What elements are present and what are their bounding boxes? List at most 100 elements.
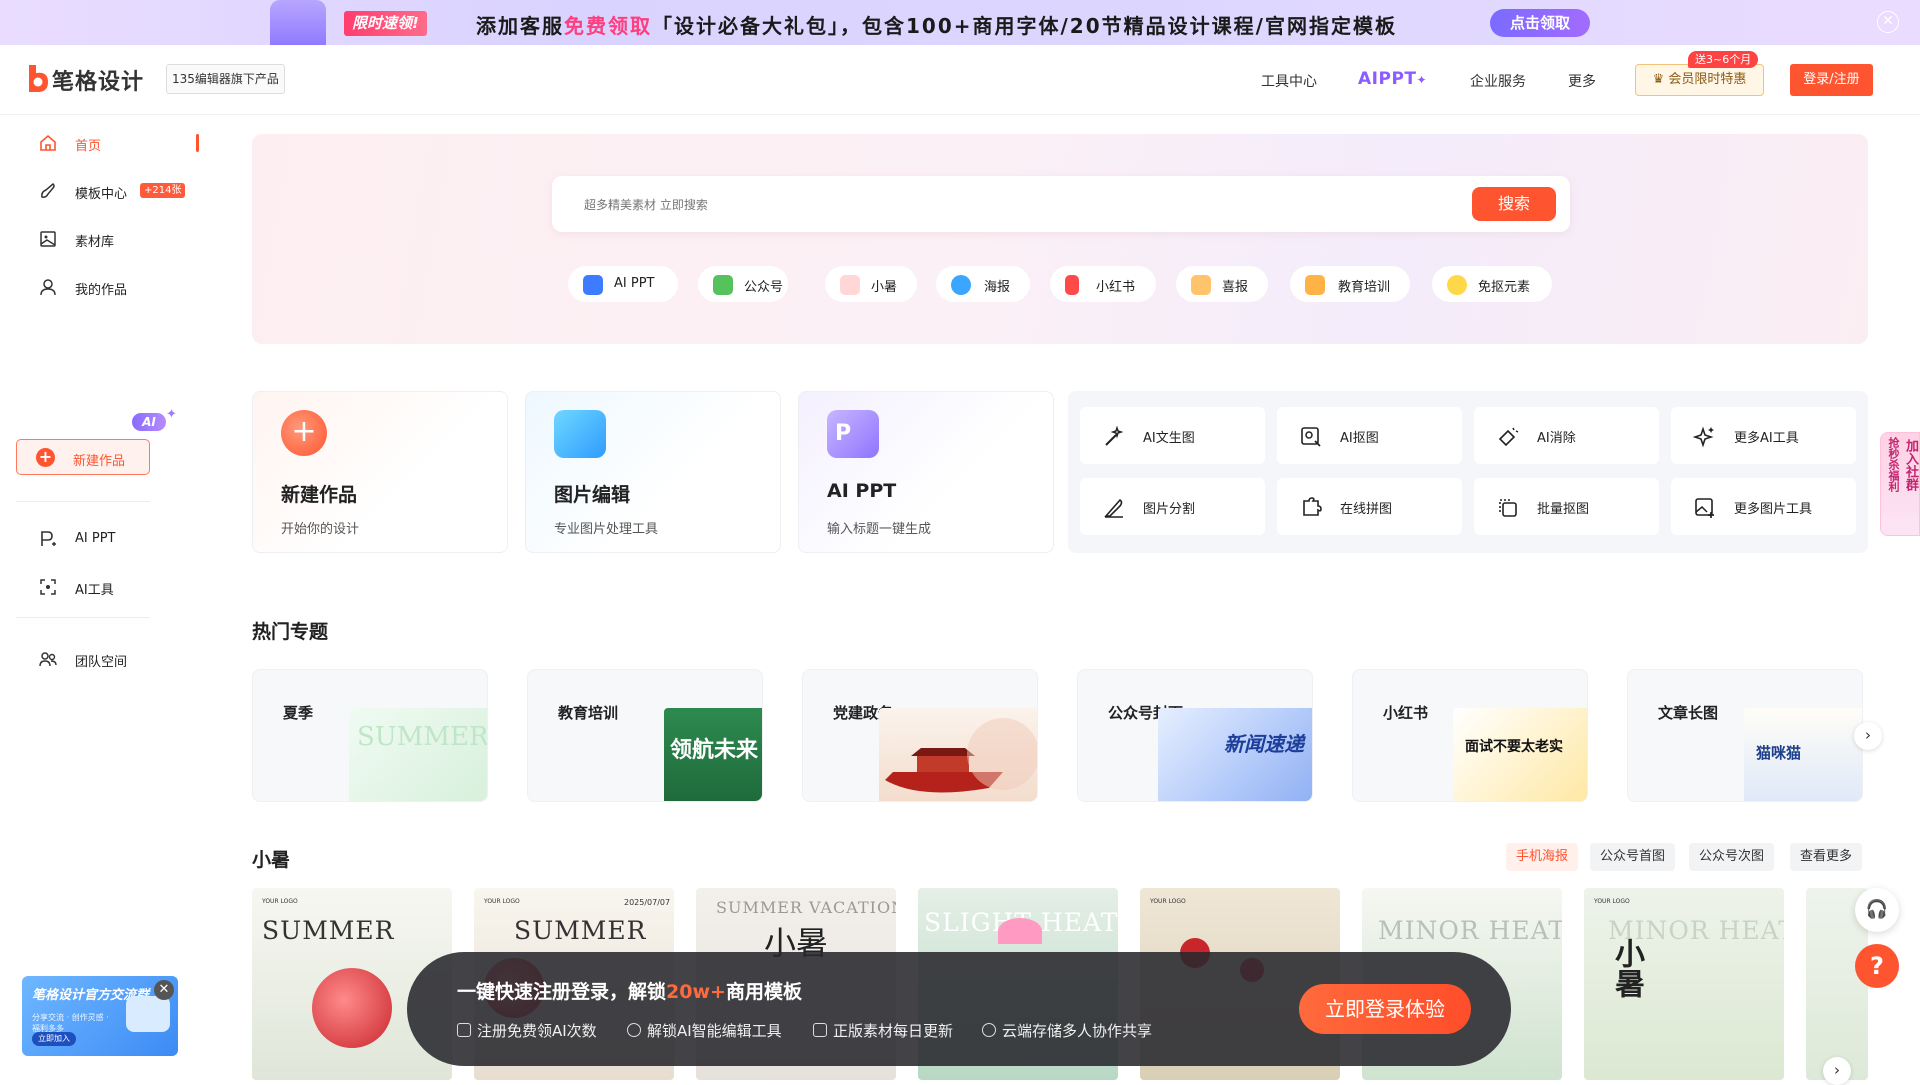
poster-card[interactable]: YOUR LOGO MINOR HEAT 小暑 (1584, 888, 1784, 1080)
tool-label: AI抠图 (1340, 431, 1379, 446)
top-header: 笔格设计 135编辑器旗下产品 工具中心 AIPPT✦ 企业服务 更多 ♛ 会员… (0, 45, 1920, 115)
sidebar-item-team[interactable]: 团队空间 (16, 639, 200, 679)
perk-item: 注册免费领AI次数 (457, 1020, 597, 1041)
eraser-icon (1498, 427, 1519, 447)
search-box: 搜索 (552, 176, 1570, 232)
chat-bubble-icon (126, 996, 170, 1032)
thumbs-up-icon (1191, 275, 1211, 295)
feature-ai-ppt[interactable]: P AI PPT 输入标题一键生成 (798, 391, 1054, 553)
close-icon[interactable]: ✕ (1877, 11, 1899, 33)
tool-ai-text-to-image[interactable]: AI文生图 (1080, 407, 1265, 464)
sidebar-item-ai-tools[interactable]: AI工具 (16, 567, 200, 607)
tool-more-image[interactable]: 更多图片工具 (1671, 478, 1856, 535)
tool-ai-erase[interactable]: AI消除 (1474, 407, 1659, 464)
tool-label: 图片分割 (1143, 502, 1196, 517)
new-work-button[interactable]: + 新建作品 (16, 439, 150, 475)
topic-party-affairs[interactable]: 党建政务 (802, 669, 1038, 802)
ppt-icon (41, 531, 56, 546)
tab-view-more[interactable]: 查看更多 (1790, 843, 1863, 871)
topic-xiaohongshu[interactable]: 小红书 面试不要太老实 (1352, 669, 1588, 802)
chip-xiaohongshu[interactable]: 小红书 (1050, 266, 1156, 302)
headset-icon[interactable]: 🎧 (1855, 888, 1899, 932)
perk-label: 注册免费领AI次数 (477, 1022, 597, 1040)
grid-icon (813, 1023, 827, 1037)
tab-wechat-secondary[interactable]: 公众号次图 (1689, 843, 1775, 871)
tool-ai-cutout[interactable]: AI抠图 (1277, 407, 1462, 464)
nav-more[interactable]: 更多 (1568, 71, 1596, 91)
nav-enterprise[interactable]: 企业服务 (1470, 71, 1526, 91)
tool-label: 在线拼图 (1340, 502, 1393, 517)
perk-label: 解锁AI智能编辑工具 (647, 1022, 782, 1040)
vip-button[interactable]: ♛ 会员限时特惠 (1635, 64, 1764, 96)
chip-poster[interactable]: 海报 (936, 266, 1030, 302)
brush-icon (41, 182, 55, 198)
lotus-illustration (998, 918, 1042, 944)
feature-subtitle: 开始你的设计 (281, 522, 360, 537)
tool-label: AI文生图 (1143, 431, 1195, 446)
topic-wechat-cover[interactable]: 公众号封面 新闻速递 (1077, 669, 1313, 802)
feature-subtitle: 专业图片处理工具 (554, 522, 659, 537)
chip-official-account[interactable]: 公众号 (698, 266, 788, 302)
wave-icon (951, 275, 971, 295)
search-input[interactable] (584, 194, 1464, 216)
help-button[interactable]: ? (1855, 944, 1899, 988)
tool-label: AI消除 (1537, 431, 1576, 446)
sidebar-item-home[interactable]: 首页 (16, 123, 200, 163)
logo-text[interactable]: 笔格设计 (52, 64, 144, 96)
chip-cutout-elements[interactable]: 免抠元素 (1432, 266, 1552, 302)
chevron-right-icon[interactable]: › (1823, 1057, 1851, 1085)
topic-image: 领航未来 (664, 708, 762, 801)
community-join[interactable]: 立即加入 (32, 1032, 76, 1046)
topic-summer[interactable]: 夏季 SUMMER (252, 669, 488, 802)
active-indicator (196, 134, 199, 152)
poster-logo: YOUR LOGO (1594, 898, 1630, 905)
chip-good-news[interactable]: 喜报 (1176, 266, 1268, 302)
poster-subtitle: 小暑 (1609, 938, 1644, 998)
sidebar-item-my-works[interactable]: 我的作品 (16, 267, 200, 307)
tool-collage[interactable]: 在线拼图 (1277, 478, 1462, 535)
plus-circle-icon: + (281, 410, 327, 456)
chip-label: 教育培训 (1338, 280, 1391, 295)
topic-long-image[interactable]: 文章长图 猫咪猫 (1627, 669, 1863, 802)
topic-image: SUMMER (349, 708, 487, 801)
logo-icon[interactable] (26, 63, 50, 93)
chip-education[interactable]: 教育培训 (1290, 266, 1410, 302)
login-cta-button[interactable]: 立即登录体验 (1299, 984, 1471, 1034)
chip-label: 公众号 (744, 280, 784, 295)
chip-ai-ppt[interactable]: AI PPT (568, 266, 678, 302)
scan-icon (40, 579, 56, 595)
puzzle-icon (1303, 497, 1322, 516)
tools-panel: AI文生图 AI抠图 AI消除 更多AI工具 图片分割 在线拼图 批量抠图 更多… (1068, 391, 1868, 553)
section-title: 小暑 (252, 849, 291, 871)
feature-title: 新建作品 (281, 484, 358, 506)
sparkle-icon: ✦ (1416, 73, 1428, 87)
close-icon[interactable]: ✕ (154, 980, 174, 1000)
chip-xiaoshu[interactable]: 小暑 (825, 266, 917, 302)
nav-tools[interactable]: 工具中心 (1261, 71, 1317, 91)
float-group-label: 加入社群 (1903, 439, 1918, 491)
batch-cutout-icon (1499, 499, 1517, 517)
feature-image-edit[interactable]: 图片编辑 专业图片处理工具 (525, 391, 781, 553)
chevron-right-icon[interactable]: › (1854, 722, 1882, 750)
join-community-float[interactable]: 加入社群 抢秒杀福利 (1880, 432, 1920, 536)
tab-phone-poster[interactable]: 手机海报 (1506, 843, 1579, 871)
search-button[interactable]: 搜索 (1472, 187, 1556, 221)
nav-aippt[interactable]: AIPPT✦ (1358, 69, 1427, 89)
sidebar-item-ai-ppt[interactable]: AI PPT (16, 519, 200, 559)
community-desc: 分享交流 · 创作灵感 · 福利多多 (32, 1013, 109, 1033)
feature-new-work[interactable]: + 新建作品 开始你的设计 (252, 391, 508, 553)
sidebar-item-materials[interactable]: 素材库 (16, 219, 200, 259)
lychee-illustration (312, 968, 392, 1048)
sidebar-item-label: 首页 (75, 139, 102, 154)
tool-image-split[interactable]: 图片分割 (1080, 478, 1265, 535)
tool-label: 批量抠图 (1537, 502, 1590, 517)
tool-more-ai[interactable]: 更多AI工具 (1671, 407, 1856, 464)
feature-title: AI PPT (827, 480, 897, 502)
boat-illustration (885, 718, 1037, 793)
tool-batch-cutout[interactable]: 批量抠图 (1474, 478, 1659, 535)
tab-wechat-header[interactable]: 公众号首图 (1590, 843, 1676, 871)
login-button[interactable]: 登录/注册 (1790, 64, 1873, 96)
claim-button[interactable]: 点击领取 (1490, 9, 1590, 37)
vip-tag: 送3~6个月 (1688, 51, 1759, 68)
topic-education[interactable]: 教育培训 领航未来 (527, 669, 763, 802)
